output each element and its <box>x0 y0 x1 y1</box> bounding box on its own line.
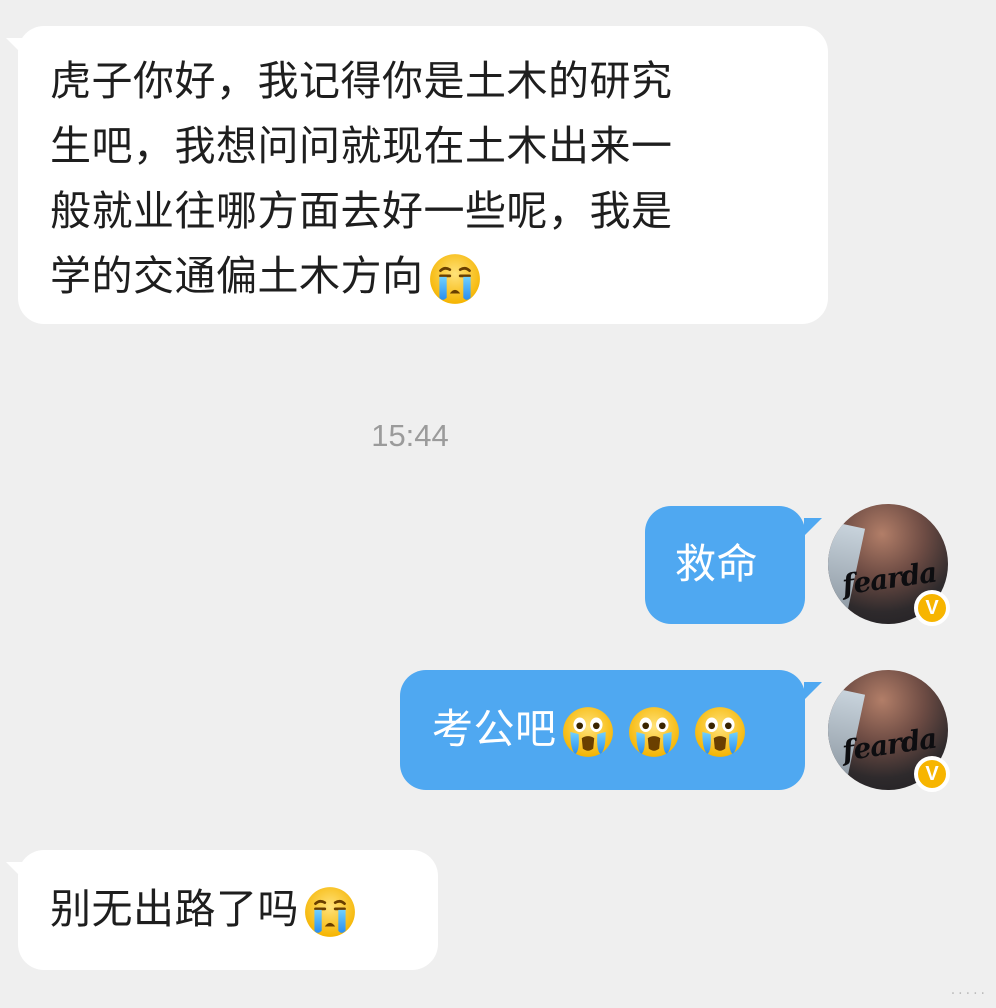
verified-badge-icon: V <box>914 756 950 792</box>
verified-badge-icon: V <box>914 590 950 626</box>
outgoing-message-1[interactable]: 救命 <box>645 506 805 624</box>
crying-face-icon <box>693 705 747 759</box>
message-line: 虎子你好，我记得你是土木的研究 <box>50 57 673 105</box>
message-text: 救命 <box>675 540 758 588</box>
crying-face-icon <box>627 705 681 759</box>
loudly-crying-face-icon <box>428 252 482 306</box>
message-text: 考公吧 <box>432 705 557 753</box>
message-line: 般就业往哪方面去好一些呢，我是 <box>50 187 673 235</box>
message-timestamp: 15:44 <box>371 418 449 453</box>
loudly-crying-face-icon <box>303 885 357 939</box>
outgoing-message-2[interactable]: 考公吧 <box>400 670 805 790</box>
incoming-message-2[interactable]: 别无出路了吗 <box>18 850 438 970</box>
user-avatar[interactable]: fearda V <box>828 504 950 626</box>
message-line-text: 学的交通偏土木方向 <box>50 252 424 300</box>
user-avatar[interactable]: fearda V <box>828 670 950 792</box>
outgoing-bubble-tail <box>804 682 822 700</box>
watermark: ····· <box>950 986 988 1002</box>
message-line: 生吧，我想问问就现在土木出来一 <box>50 122 673 170</box>
incoming-message-1[interactable]: 虎子你好，我记得你是土木的研究 生吧，我想问问就现在土木出来一 般就业往哪方面去… <box>18 26 828 324</box>
message-line-last: 学的交通偏土木方向 <box>50 244 798 309</box>
crying-face-icon <box>561 705 615 759</box>
message-text: 别无出路了吗 <box>50 885 299 933</box>
outgoing-bubble-tail <box>804 518 822 536</box>
